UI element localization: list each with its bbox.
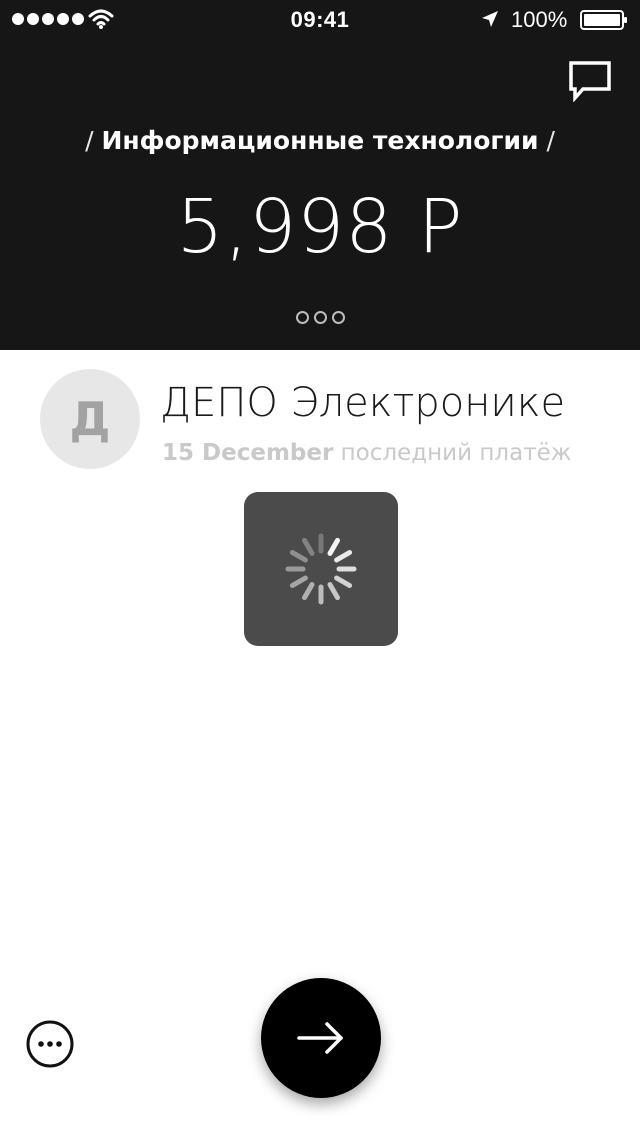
spinner-spoke [334,575,353,588]
arrow-right-icon [297,1022,343,1054]
spinner-spoke [289,550,308,563]
spinner-spoke [334,550,353,563]
page-dot[interactable] [331,311,345,324]
battery-icon [580,10,627,30]
category-title: / Информационные технологии / [0,126,640,155]
category-suffix: / [546,126,555,155]
category-name: Информационные технологии [101,126,539,155]
next-button[interactable] [261,978,381,1098]
more-dots-icon[interactable] [26,1020,74,1068]
spinner-spoke [302,582,315,601]
spinner-icon [285,533,357,605]
spinner-spoke [327,537,340,556]
last-payment: 15 December последний платёж [162,440,571,466]
battery-percentage: 100% [511,7,568,32]
loading-overlay [244,492,398,646]
last-payment-label: последний платёж [340,440,572,466]
page-indicator[interactable] [0,311,640,324]
spinner-spoke [289,575,308,588]
page-dot[interactable] [313,311,327,324]
spinner-spoke [327,582,340,601]
spinner-spoke [302,537,315,556]
status-bar: 09:41 100% [0,0,640,40]
header: 09:41 100% / Информационные технологии /… [0,0,640,350]
merchant-avatar: Д [40,369,140,469]
last-payment-date: 15 December [162,440,334,466]
location-arrow-icon [482,11,498,27]
category-prefix: / [85,126,94,155]
page-dot[interactable] [295,311,309,324]
payment-screen: 09:41 100% / Информационные технологии /… [0,0,640,1136]
payment-amount: 5,998 Р [176,184,464,270]
merchant-name: ДЕПО Электронике [160,380,566,426]
chat-bubble-icon[interactable] [568,60,612,102]
